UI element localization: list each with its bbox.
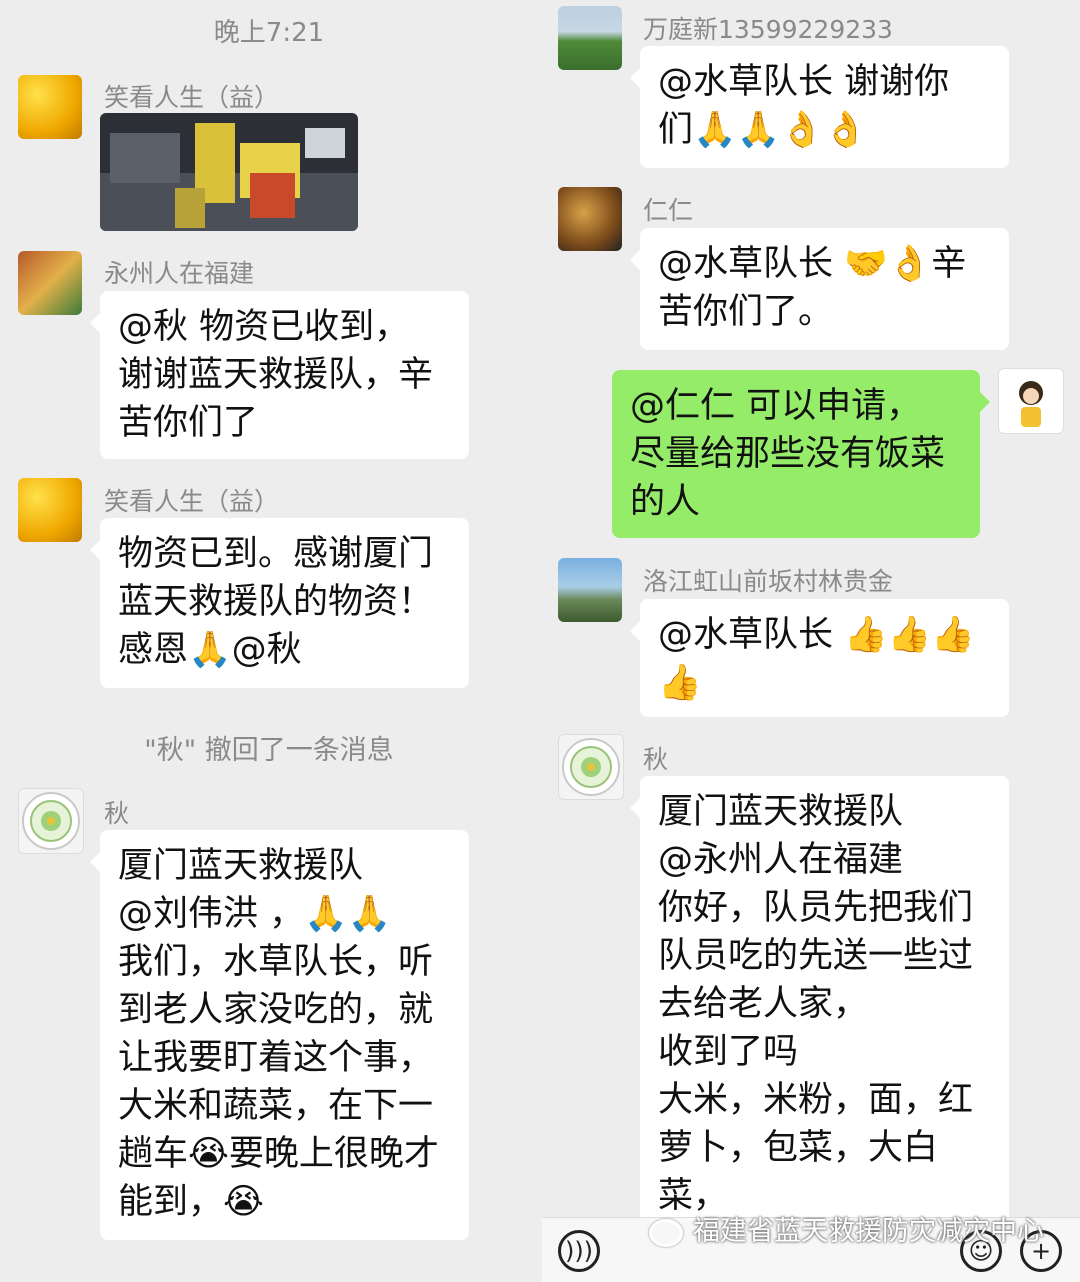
cartoon-girl-avatar[interactable] xyxy=(998,368,1064,434)
chat-panel-1: 晚上7:21 笑看人生（益） 永州人在福建 @秋 物资已收到， 谢谢蓝天救援队，… xyxy=(0,0,538,706)
timestamp: 晚上7:21 xyxy=(213,18,325,48)
message-bubble[interactable]: @水草队长 谢谢你 们🙏🙏👌👌 xyxy=(630,46,1009,168)
sender-name: 笑看人生（益） xyxy=(104,487,280,516)
compass-icon xyxy=(22,792,80,850)
sunflower-avatar[interactable] xyxy=(18,478,82,542)
sender-name: 永州人在福建 xyxy=(104,259,255,288)
sender-name: 仁仁 xyxy=(643,196,694,225)
watermark: 福建省蓝天救援防灾减灾中心 xyxy=(649,1209,1044,1248)
sender-name: 笑看人生（益） xyxy=(104,83,280,112)
leopard-avatar[interactable] xyxy=(558,187,622,251)
mountain-avatar[interactable] xyxy=(558,558,622,622)
sender-name: 万庭新13599229233 xyxy=(643,15,893,44)
grassland-avatar[interactable] xyxy=(558,6,622,70)
message-bubble[interactable]: @秋 物资已收到， 谢谢蓝天救援队，辛 苦你们了 xyxy=(90,291,469,459)
chat-panel-4: 秋 厦门蓝天救援队 @永州人在福建 你好，队员先把我们 队员吃的先送一些过 去给… xyxy=(542,726,1080,1282)
my-message-bubble[interactable]: @仁仁 可以申请， 尽量给那些没有饭菜 的人 xyxy=(612,370,990,538)
message-bubble[interactable]: 厦门蓝天救援队 @永州人在福建 你好，队员先把我们 队员吃的先送一些过 去给老人… xyxy=(630,776,1009,1264)
voice-icon[interactable]: ))) xyxy=(558,1230,600,1272)
image-message[interactable] xyxy=(100,113,358,231)
chat-panel-3: 万庭新13599229233 @水草队长 谢谢你 们🙏🙏👌👌 仁仁 @水草队长 … xyxy=(542,0,1080,720)
message-bubble[interactable]: @水草队长 🤝👌辛 苦你们了。 xyxy=(630,228,1009,350)
night-street-photo xyxy=(100,113,358,231)
sender-name: 秋 xyxy=(104,799,130,828)
message-bubble[interactable]: 厦门蓝天救援队 @刘伟洪 ，🙏🙏 我们，水草队长，听 到老人家没吃的，就 让我要… xyxy=(90,830,469,1240)
compass-icon xyxy=(562,738,620,796)
wechat-logo-icon xyxy=(649,1218,683,1247)
message-bubble[interactable]: 物资已到。感谢厦门 蓝天救援队的物资！ 感恩🙏@秋 xyxy=(90,518,469,688)
compass-avatar[interactable] xyxy=(558,734,624,800)
recall-notice: "秋" 撤回了一条消息 xyxy=(144,735,394,766)
deity-avatar[interactable] xyxy=(18,251,82,315)
message-bubble[interactable]: @水草队长 👍👍👍 👍 xyxy=(630,599,1009,717)
sunflower-avatar[interactable] xyxy=(18,75,82,139)
sender-name: 洛江虹山前坂村林贵金 xyxy=(643,567,894,596)
watermark-text: 福建省蓝天救援防灾减灾中心 xyxy=(693,1216,1044,1247)
girl-icon xyxy=(1019,381,1043,427)
chat-panel-2: "秋" 撤回了一条消息 秋 厦门蓝天救援队 @刘伟洪 ，🙏🙏 我们，水草队长，听… xyxy=(0,712,538,1282)
sender-name: 秋 xyxy=(643,745,669,774)
compass-avatar[interactable] xyxy=(18,788,84,854)
